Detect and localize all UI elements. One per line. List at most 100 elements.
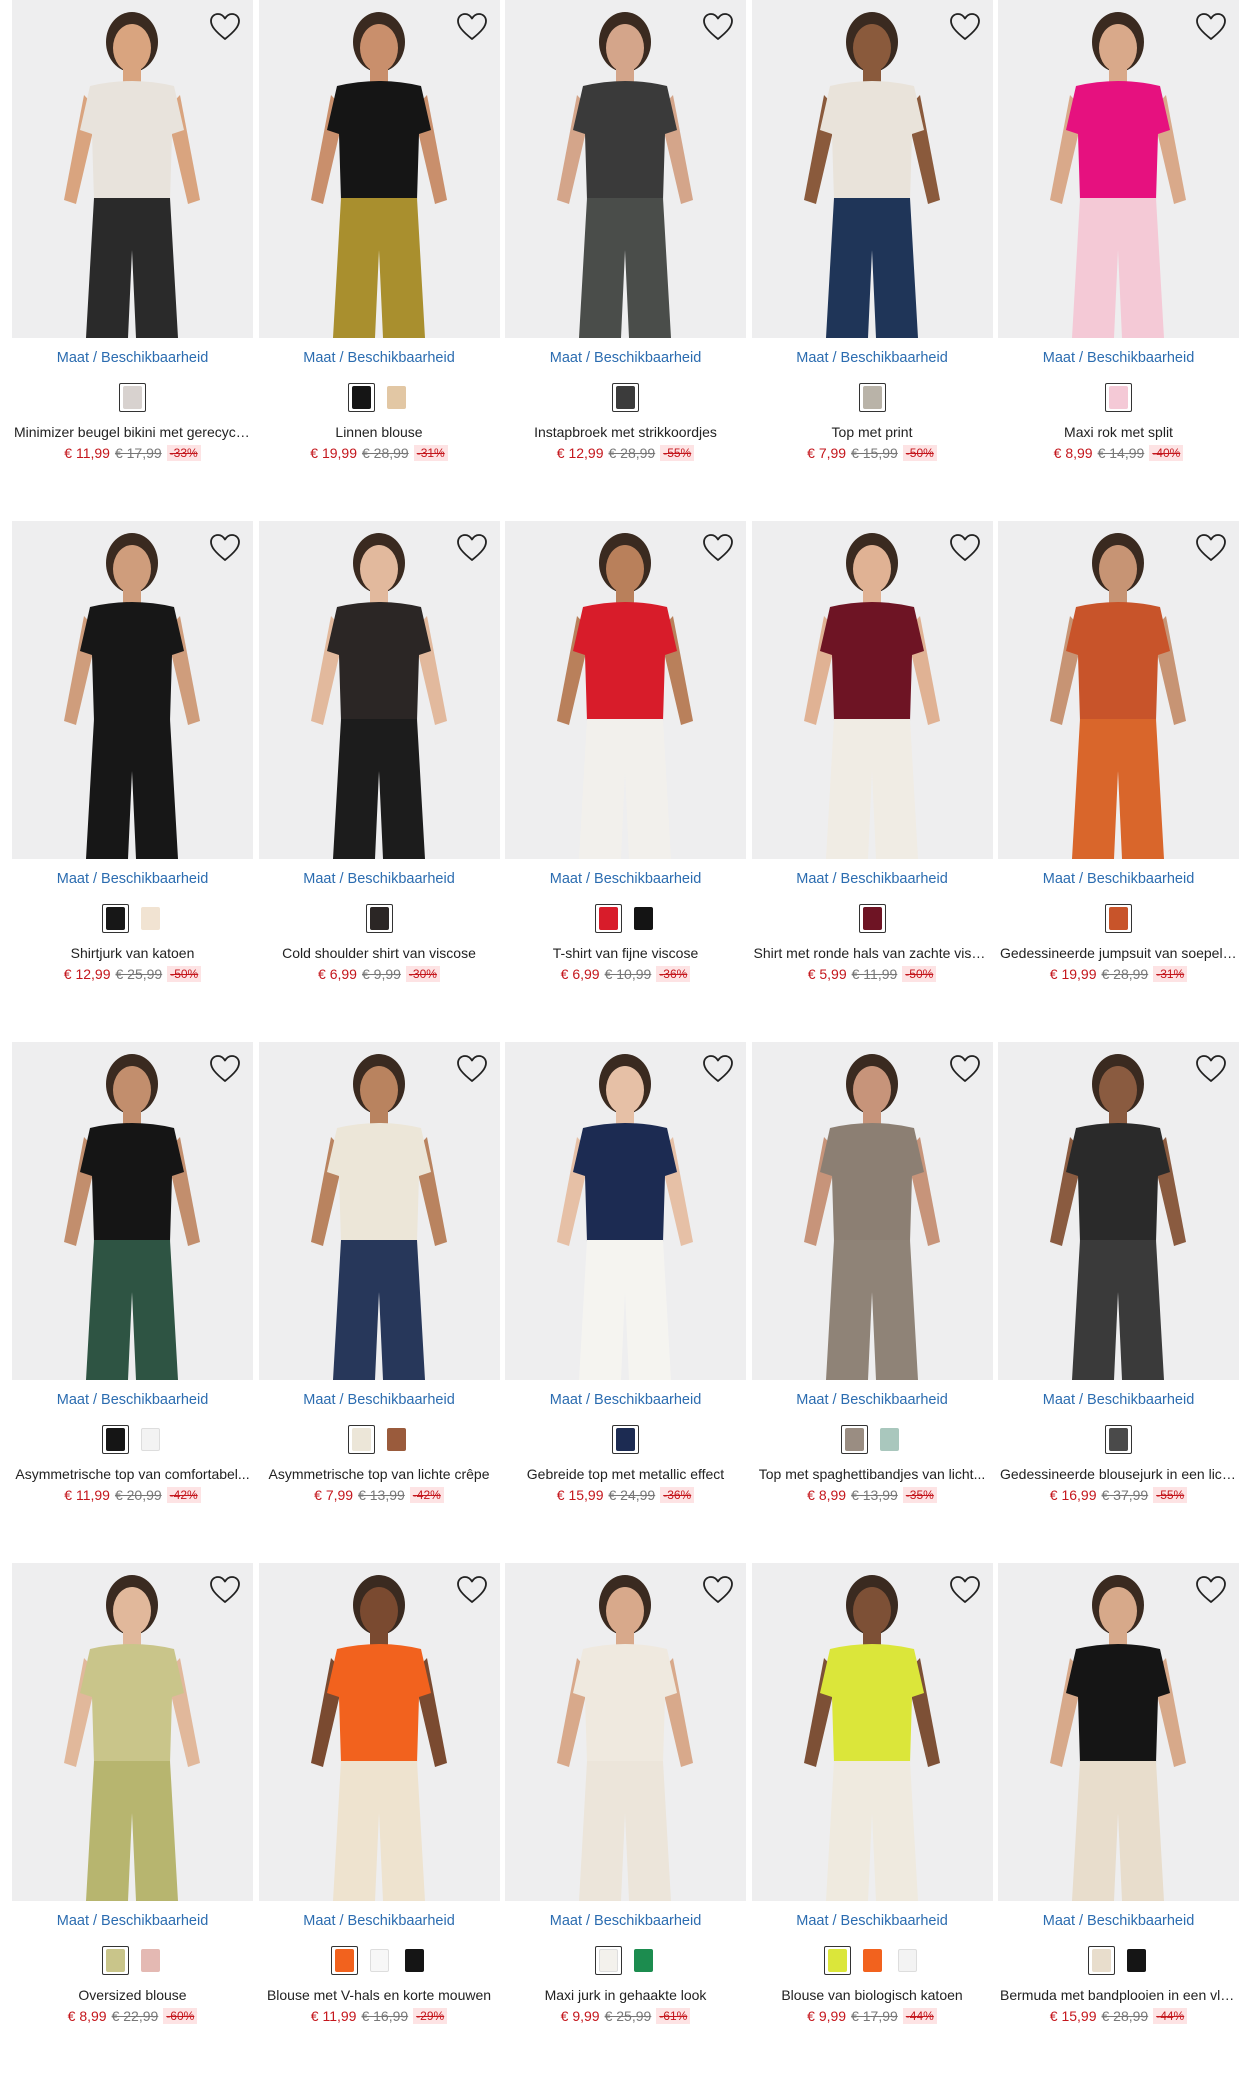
size-availability-link[interactable]: Maat / Beschikbaarheid <box>12 350 253 366</box>
product-name[interactable]: Instapbroek met strikkoordjes <box>505 424 746 440</box>
product-card[interactable]: Maat / Beschikbaarheid Blouse met V-hals … <box>258 1563 500 2082</box>
color-swatch[interactable] <box>400 1945 428 1975</box>
color-swatch[interactable] <box>594 903 622 933</box>
product-name[interactable]: Gebreide top met metallic effect <box>505 1466 746 1482</box>
size-availability-link[interactable]: Maat / Beschikbaarheid <box>752 1392 993 1408</box>
heart-icon[interactable] <box>949 533 981 563</box>
size-availability-link[interactable]: Maat / Beschikbaarheid <box>12 871 253 887</box>
heart-icon[interactable] <box>209 1054 241 1084</box>
heart-icon[interactable] <box>209 12 241 42</box>
size-availability-link[interactable]: Maat / Beschikbaarheid <box>998 871 1239 887</box>
color-swatch[interactable] <box>823 1945 851 1975</box>
product-card[interactable]: Maat / Beschikbaarheid T-shirt van fijne … <box>505 521 746 1042</box>
heart-icon[interactable] <box>1195 533 1227 563</box>
product-image[interactable] <box>998 1042 1239 1380</box>
product-image[interactable] <box>12 521 253 859</box>
color-swatch[interactable] <box>101 1424 129 1454</box>
product-image[interactable] <box>505 0 746 338</box>
product-image[interactable] <box>258 0 500 338</box>
product-image[interactable] <box>998 0 1239 338</box>
heart-icon[interactable] <box>702 533 734 563</box>
product-image[interactable] <box>751 521 993 859</box>
heart-icon[interactable] <box>209 533 241 563</box>
color-swatch[interactable] <box>1087 1945 1115 1975</box>
heart-icon[interactable] <box>949 1575 981 1605</box>
color-swatch[interactable] <box>348 1424 375 1454</box>
heart-icon[interactable] <box>456 533 488 563</box>
product-image[interactable] <box>998 1563 1239 1901</box>
heart-icon[interactable] <box>702 12 734 42</box>
product-name[interactable]: Maxi rok met split <box>998 424 1239 440</box>
product-card[interactable]: Maat / Beschikbaarheid Top met spaghettib… <box>751 1042 993 1563</box>
heart-icon[interactable] <box>949 12 981 42</box>
size-availability-link[interactable]: Maat / Beschikbaarheid <box>998 1913 1239 1929</box>
product-name[interactable]: Oversized blouse <box>12 1987 253 2003</box>
size-availability-link[interactable]: Maat / Beschikbaarheid <box>505 350 746 366</box>
color-swatch[interactable] <box>858 1945 886 1975</box>
product-name[interactable]: Asymmetrische top van lichte crêpe <box>259 1466 500 1482</box>
color-swatch[interactable] <box>119 382 146 412</box>
product-image[interactable] <box>505 1563 746 1901</box>
color-swatch[interactable] <box>1105 1424 1132 1454</box>
product-name[interactable]: Top met spaghettibandjes van licht... <box>752 1466 993 1482</box>
size-availability-link[interactable]: Maat / Beschikbaarheid <box>259 1392 500 1408</box>
heart-icon[interactable] <box>1195 1054 1227 1084</box>
product-card[interactable]: Maat / Beschikbaarheid Asymmetrische top … <box>12 1042 253 1563</box>
size-availability-link[interactable]: Maat / Beschikbaarheid <box>12 1392 253 1408</box>
product-name[interactable]: Linnen blouse <box>259 424 500 440</box>
product-name[interactable]: Cold shoulder shirt van viscose <box>259 945 500 961</box>
color-swatch[interactable] <box>365 1945 393 1975</box>
product-card[interactable]: Maat / Beschikbaarheid Top met print € 7,9… <box>751 0 993 521</box>
color-swatch[interactable] <box>893 1945 921 1975</box>
color-swatch[interactable] <box>629 903 657 933</box>
color-swatch[interactable] <box>629 1945 657 1975</box>
color-swatch[interactable] <box>612 382 639 412</box>
product-image[interactable] <box>998 521 1239 859</box>
size-availability-link[interactable]: Maat / Beschikbaarheid <box>259 871 500 887</box>
color-swatch[interactable] <box>612 1424 639 1454</box>
product-name[interactable]: Gedessineerde jumpsuit van soepele visco… <box>998 945 1239 961</box>
size-availability-link[interactable]: Maat / Beschikbaarheid <box>12 1913 253 1929</box>
heart-icon[interactable] <box>1195 1575 1227 1605</box>
color-swatch[interactable] <box>348 382 375 412</box>
size-availability-link[interactable]: Maat / Beschikbaarheid <box>505 1392 746 1408</box>
product-card[interactable]: Maat / Beschikbaarheid Gedessineerde blou… <box>998 1042 1239 1563</box>
product-image[interactable] <box>505 521 746 859</box>
color-swatch[interactable] <box>330 1945 358 1975</box>
product-card[interactable]: Maat / Beschikbaarheid Maxi jurk in gehaa… <box>505 1563 746 2082</box>
heart-icon[interactable] <box>702 1054 734 1084</box>
product-image[interactable] <box>258 1563 500 1901</box>
product-name[interactable]: Asymmetrische top van comfortabel... <box>12 1466 253 1482</box>
product-card[interactable]: Maat / Beschikbaarheid Asymmetrische top … <box>258 1042 500 1563</box>
color-swatch[interactable] <box>101 903 129 933</box>
color-swatch[interactable] <box>383 382 410 412</box>
size-availability-link[interactable]: Maat / Beschikbaarheid <box>505 871 746 887</box>
product-image[interactable] <box>751 1563 993 1901</box>
color-swatch[interactable] <box>858 903 886 933</box>
product-card[interactable]: Maat / Beschikbaarheid Blouse van biologi… <box>751 1563 993 2082</box>
color-swatch[interactable] <box>858 382 886 412</box>
size-availability-link[interactable]: Maat / Beschikbaarheid <box>998 1392 1239 1408</box>
product-card[interactable]: Maat / Beschikbaarheid Cold shoulder shir… <box>258 521 500 1042</box>
size-availability-link[interactable]: Maat / Beschikbaarheid <box>505 1913 746 1929</box>
product-name[interactable]: Blouse van biologisch katoen <box>752 1987 993 2003</box>
size-availability-link[interactable]: Maat / Beschikbaarheid <box>998 350 1239 366</box>
color-swatch[interactable] <box>101 1945 129 1975</box>
product-card[interactable]: Maat / Beschikbaarheid Instapbroek met st… <box>505 0 746 521</box>
product-name[interactable]: Blouse met V-hals en korte mouwen <box>259 1987 500 2003</box>
product-card[interactable]: Maat / Beschikbaarheid Shirt met ronde ha… <box>751 521 993 1042</box>
heart-icon[interactable] <box>949 1054 981 1084</box>
product-image[interactable] <box>258 521 500 859</box>
color-swatch[interactable] <box>136 1424 164 1454</box>
color-swatch[interactable] <box>136 1945 164 1975</box>
size-availability-link[interactable]: Maat / Beschikbaarheid <box>752 871 993 887</box>
product-image[interactable] <box>12 1042 253 1380</box>
product-name[interactable]: Gedessineerde blousejurk in een lichte..… <box>998 1466 1239 1482</box>
heart-icon[interactable] <box>702 1575 734 1605</box>
color-swatch[interactable] <box>365 903 393 933</box>
color-swatch[interactable] <box>876 1424 903 1454</box>
heart-icon[interactable] <box>209 1575 241 1605</box>
product-name[interactable]: Shirt met ronde hals van zachte viscose <box>752 945 993 961</box>
product-image[interactable] <box>12 0 253 338</box>
color-swatch[interactable] <box>1105 903 1132 933</box>
